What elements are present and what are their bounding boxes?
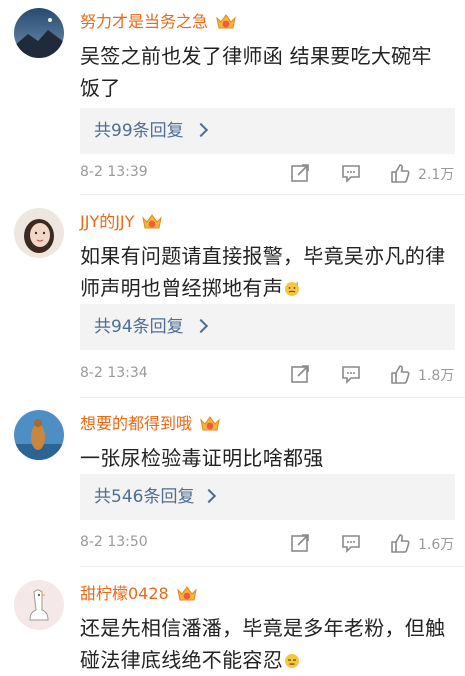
- crown-badge-icon: [142, 214, 163, 229]
- replies-count: 共99条回复: [94, 121, 184, 141]
- timestamp: 8-2 13:39: [80, 164, 148, 180]
- avatar[interactable]: [14, 580, 64, 630]
- sweat-face-emoji: [285, 281, 299, 296]
- chevron-right-icon: [193, 122, 209, 138]
- username[interactable]: 甜柠檬0428: [80, 583, 169, 605]
- share-icon[interactable]: [289, 162, 311, 184]
- username[interactable]: JJY的JJY: [80, 211, 134, 233]
- avatar[interactable]: [14, 410, 64, 460]
- chevron-right-icon: [201, 488, 217, 504]
- comment-feed: 努力才是当务之急 吴签之前也发了律师函 结果要吃大碗牢饭了 共99条回复 8-2…: [0, 0, 465, 672]
- neutral-face-emoji: [285, 654, 299, 668]
- thumbs-up-icon[interactable]: [389, 363, 411, 385]
- crown-badge-icon: [216, 14, 236, 29]
- comment-text: 吴签之前也发了律师函 结果要吃大碗牢饭了: [80, 44, 432, 100]
- comment-meta: 8-2 13:34 1.8万: [80, 363, 460, 387]
- comment-text: 一张尿检验毒证明比啥都强: [80, 446, 324, 470]
- like-count: 1.8万: [418, 368, 455, 384]
- replies-count: 共546条回复: [94, 487, 195, 507]
- comment-meta: 8-2 13:39 2.1万: [80, 162, 460, 186]
- share-icon[interactable]: [289, 363, 311, 385]
- comment-text: 如果有问题请直接报警，毕竟吴亦凡的律师声明也曾经掷地有声: [80, 240, 450, 304]
- thumbs-up-icon[interactable]: [389, 162, 411, 184]
- like-count: 1.6万: [418, 537, 455, 553]
- comment-text-content: 还是先相信潘潘，毕竟是多年老粉，但触碰法律底线绝不能容忍: [80, 616, 446, 672]
- avatar[interactable]: [14, 208, 64, 258]
- avatar[interactable]: [14, 8, 64, 58]
- timestamp: 8-2 13:50: [80, 534, 148, 550]
- username[interactable]: 努力才是当务之急: [80, 11, 208, 33]
- comment-icon[interactable]: [340, 162, 362, 184]
- thumbs-up-icon[interactable]: [389, 532, 411, 554]
- crown-badge-icon: [200, 416, 220, 431]
- username[interactable]: 想要的都得到哦: [80, 413, 192, 435]
- chevron-right-icon: [193, 318, 209, 334]
- like-count: 2.1万: [418, 167, 455, 183]
- share-icon[interactable]: [289, 532, 311, 554]
- replies-count: 共94条回复: [94, 317, 184, 337]
- replies-button[interactable]: 共99条回复: [80, 108, 455, 154]
- timestamp: 8-2 13:34: [80, 365, 148, 381]
- comment-text: 还是先相信潘潘，毕竟是多年老粉，但触碰法律底线绝不能容忍: [80, 612, 450, 676]
- divider: [80, 397, 465, 398]
- crown-badge-icon: [176, 586, 197, 601]
- replies-button[interactable]: 共94条回复: [80, 304, 455, 350]
- comment-meta: 8-2 13:50 1.6万: [80, 532, 460, 556]
- replies-button[interactable]: 共546条回复: [80, 474, 455, 520]
- divider: [80, 566, 465, 567]
- comment-icon[interactable]: [340, 532, 362, 554]
- comment-text-content: 如果有问题请直接报警，毕竟吴亦凡的律师声明也曾经掷地有声: [80, 244, 446, 300]
- comment-icon[interactable]: [340, 363, 362, 385]
- divider: [80, 194, 465, 195]
